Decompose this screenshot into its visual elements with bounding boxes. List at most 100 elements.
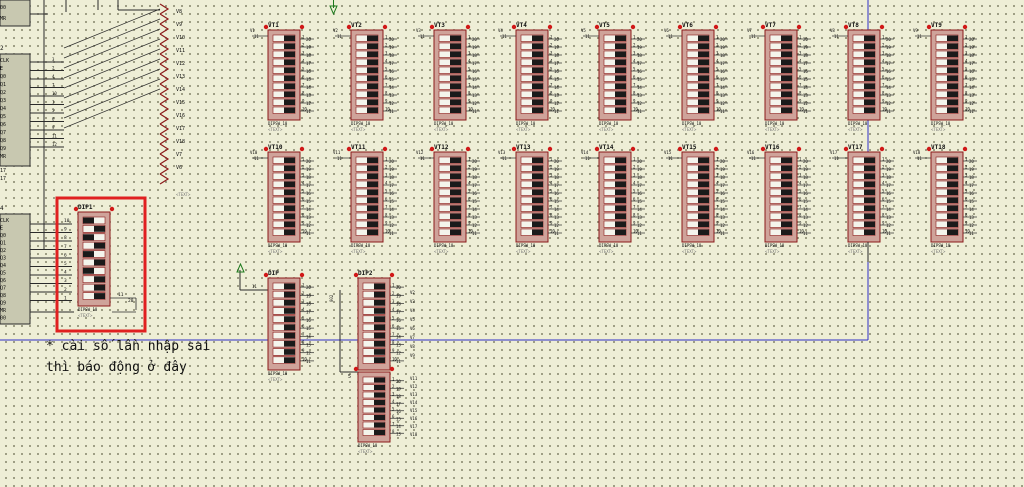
dip-switch-knob[interactable] (367, 75, 378, 82)
dip-switch-knob[interactable] (781, 83, 792, 90)
dip-switch-knob[interactable] (450, 157, 461, 164)
dip-switch-knob[interactable] (284, 283, 295, 290)
dip-switch-knob[interactable] (781, 75, 792, 82)
dip-switch-knob[interactable] (532, 213, 543, 220)
dip-switch-knob[interactable] (781, 213, 792, 220)
dip-switch-knob[interactable] (450, 165, 461, 172)
dip-switch-knob[interactable] (284, 157, 295, 164)
dip-switch-knob[interactable] (864, 107, 875, 114)
dip-switch-knob[interactable] (698, 181, 709, 188)
dip-switch-knob[interactable] (864, 99, 875, 106)
dip-switch-dip2[interactable]: DIP2DIPSW_10<TEXT>1202193184175166157148… (353, 270, 404, 382)
dip-switch-knob[interactable] (532, 221, 543, 228)
dip-switch-knob[interactable] (615, 91, 626, 98)
dip-switch-knob[interactable] (615, 35, 626, 42)
dip-switch-knob[interactable] (284, 181, 295, 188)
dip-switch-knob[interactable] (284, 43, 295, 50)
dip-switch-knob[interactable] (367, 205, 378, 212)
dip-switch-knob[interactable] (615, 197, 626, 204)
dip-switch-knob[interactable] (367, 181, 378, 188)
dip-switch-knob[interactable] (94, 276, 105, 283)
dip-switch-knob[interactable] (698, 173, 709, 180)
dip-switch-dip2-lower[interactable]: DIPSW_10<TEXT>1 202 193 184 175 166 157 148 13 (353, 366, 404, 454)
dip-switch-knob[interactable] (83, 234, 94, 241)
dip-switch-vt3[interactable]: VT3DIPSW_10<TEXT>1 202 193 184 175 166 157 148 1… (429, 22, 480, 132)
dip-switch-knob[interactable] (615, 173, 626, 180)
dip-switch-knob[interactable] (374, 283, 385, 290)
dip-switch-knob[interactable] (781, 157, 792, 164)
dip-switch-knob[interactable] (450, 51, 461, 58)
dip-switch-knob[interactable] (83, 217, 94, 224)
dip-switch-knob[interactable] (615, 213, 626, 220)
dip-switch-knob[interactable] (532, 83, 543, 90)
dip-switch-vt1[interactable]: VT1DIPSW_10<TEXT>1 202 193 184 175 166 157 148 1… (263, 22, 314, 132)
dip-switch-knob[interactable] (450, 197, 461, 204)
dip-switch-knob[interactable] (615, 51, 626, 58)
dip-switch-knob[interactable] (284, 332, 295, 339)
dip-switch-knob[interactable] (864, 43, 875, 50)
dip-switch-knob[interactable] (284, 308, 295, 314)
dip-switch-knob[interactable] (374, 377, 385, 383)
dip-switch-knob[interactable] (947, 213, 958, 220)
dip-switch-knob[interactable] (284, 35, 295, 42)
dip-switch-knob[interactable] (374, 349, 385, 355)
dip-switch-knob[interactable] (781, 205, 792, 212)
dip-switch-knob[interactable] (864, 67, 875, 74)
dip-switch-knob[interactable] (615, 83, 626, 90)
dip-switch-knob[interactable] (864, 221, 875, 228)
dip-switch-knob[interactable] (450, 205, 461, 212)
dip-switch-knob[interactable] (284, 51, 295, 58)
dip-switch-vt9[interactable]: VT9DIPSW_10<TEXT>1 202 193 184 175 166 157 148 1… (926, 22, 977, 132)
dip-switch-knob[interactable] (450, 99, 461, 106)
dip-switch-knob[interactable] (374, 357, 385, 363)
dip-switch-knob[interactable] (450, 83, 461, 90)
dip-switch-knob[interactable] (284, 316, 295, 322)
dip-switch-knob[interactable] (367, 35, 378, 42)
dip-switch-knob[interactable] (284, 324, 295, 331)
resistor[interactable] (159, 83, 170, 95)
dip-switch-knob[interactable] (532, 173, 543, 180)
dip-switch-knob[interactable] (698, 205, 709, 212)
dip-switch-knob[interactable] (698, 51, 709, 58)
resistor[interactable] (159, 63, 170, 75)
dip-switch-knob[interactable] (698, 157, 709, 164)
dip-switch-knob[interactable] (781, 91, 792, 98)
dip-switch-knob[interactable] (94, 293, 105, 299)
dip-switch-knob[interactable] (532, 205, 543, 212)
resistor[interactable] (159, 173, 170, 185)
dip-switch-knob[interactable] (947, 173, 958, 180)
dip-switch-knob[interactable] (284, 83, 295, 90)
dip-switch-knob[interactable] (781, 99, 792, 106)
dip-switch-knob[interactable] (367, 229, 378, 236)
dip-switch-knob[interactable] (284, 99, 295, 106)
dip-switch-knob[interactable] (615, 157, 626, 164)
dip-switch-knob[interactable] (450, 59, 461, 66)
dip-switch-knob[interactable] (864, 213, 875, 220)
ic-top[interactable] (0, 0, 31, 27)
dip-switch-dip[interactable]: DIPDIPSW_10<TEXT>1 202 193 184 175 166 157 148 1… (263, 270, 314, 382)
dip-switch-vt6[interactable]: VT6DIPSW_10<TEXT>1 202 193 184 175 166 157 148 1… (677, 22, 728, 132)
dip-switch-knob[interactable] (947, 165, 958, 172)
dip-switch-knob[interactable] (864, 205, 875, 212)
resistor[interactable] (159, 113, 170, 125)
dip-switch-knob[interactable] (781, 107, 792, 114)
dip-switch-knob[interactable] (374, 340, 385, 347)
dip-switch-knob[interactable] (615, 221, 626, 228)
dip-switch-knob[interactable] (532, 59, 543, 66)
dip-switch-knob[interactable] (532, 67, 543, 74)
dip-switch-knob[interactable] (367, 221, 378, 228)
dip-switch-knob[interactable] (864, 59, 875, 66)
dip-switch-knob[interactable] (864, 165, 875, 172)
dip-switch-knob[interactable] (374, 430, 385, 435)
dip-switch-knob[interactable] (450, 107, 461, 114)
resistor[interactable] (159, 133, 170, 145)
dip-switch-knob[interactable] (615, 107, 626, 114)
dip-switch-knob[interactable] (698, 197, 709, 204)
resistor[interactable] (159, 33, 170, 45)
dip-switch-knob[interactable] (781, 189, 792, 196)
dip-switch-knob[interactable] (367, 213, 378, 220)
dip-switch-knob[interactable] (367, 157, 378, 164)
dip-switch-vt16[interactable]: VT16DIPSW_10<TEXT>1 202 193 184 175 166 157 148… (760, 144, 811, 254)
dip-switch-knob[interactable] (284, 221, 295, 228)
dip-switch-knob[interactable] (615, 67, 626, 74)
